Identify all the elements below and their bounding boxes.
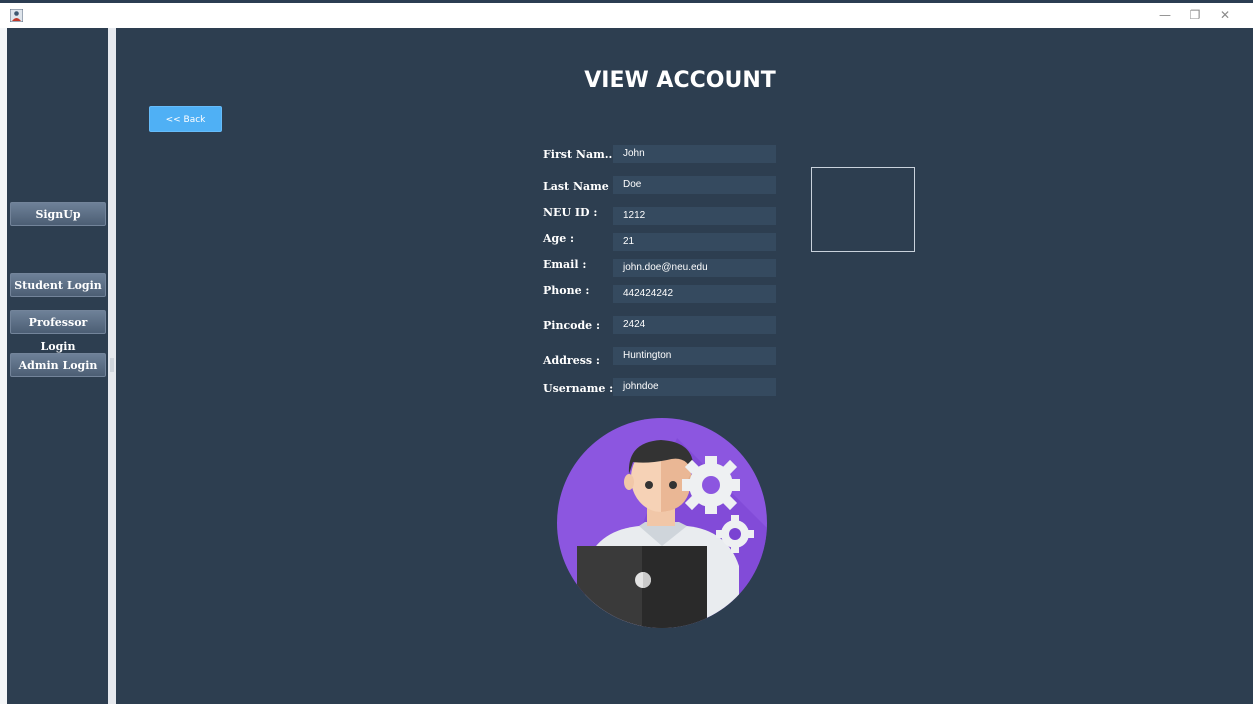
profile-photo-box <box>811 167 915 252</box>
admin-login-button[interactable]: Admin Login <box>10 353 106 377</box>
first-name-field[interactable]: John <box>613 145 776 163</box>
close-button[interactable]: ✕ <box>1215 7 1235 23</box>
email-label: Email : <box>543 258 587 271</box>
last-name-label: Last Name : <box>543 180 617 193</box>
phone-label: Phone : <box>543 284 590 297</box>
phone-field[interactable]: 442424242 <box>613 285 776 303</box>
username-field[interactable]: johndoe <box>613 378 776 396</box>
title-bar: — ❐ ✕ <box>0 3 1253 28</box>
signup-button[interactable]: SignUp <box>10 202 106 226</box>
address-label: Address : <box>543 354 600 367</box>
email-field[interactable]: john.doe@neu.edu <box>613 259 776 277</box>
gear-icon <box>682 456 740 514</box>
age-field[interactable]: 21 <box>613 233 776 251</box>
back-button[interactable]: << Back <box>149 106 222 132</box>
restore-button[interactable]: ❐ <box>1185 7 1205 23</box>
neu-id-field[interactable]: 1212 <box>613 207 776 225</box>
minimize-button[interactable]: — <box>1155 7 1175 23</box>
pincode-field[interactable]: 2424 <box>613 316 776 334</box>
student-login-button[interactable]: Student Login <box>10 273 106 297</box>
professor-login-button[interactable]: Professor Login <box>10 310 106 353</box>
page-title: VIEW ACCOUNT <box>584 68 776 93</box>
last-name-field[interactable]: Doe <box>613 176 776 194</box>
address-field[interactable]: Huntington <box>613 347 776 365</box>
first-name-label: First Nam... <box>543 148 617 161</box>
pincode-label: Pincode : <box>543 319 601 332</box>
app-icon <box>10 9 23 22</box>
divider-grip[interactable] <box>110 358 114 372</box>
neu-id-label: NEU ID : <box>543 206 598 219</box>
developer-avatar-icon <box>557 418 767 628</box>
username-label: Username : <box>543 382 614 395</box>
age-label: Age : <box>543 232 575 245</box>
